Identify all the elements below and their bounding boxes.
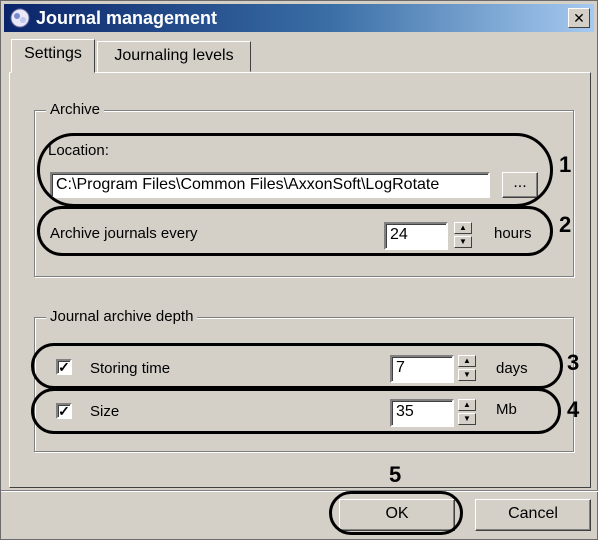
callout-ring-4 — [31, 388, 561, 434]
archive-legend: Archive — [46, 101, 105, 119]
callout-ring-1 — [37, 133, 553, 207]
callout-number-3: 3 — [567, 350, 580, 375]
close-button[interactable]: ✕ — [568, 8, 590, 28]
window-title: Journal management — [36, 8, 218, 28]
journal-management-dialog: Journal management ✕ Settings Journaling… — [0, 0, 598, 540]
footer-separator — [1, 490, 598, 492]
callout-ring-3 — [31, 343, 563, 389]
depth-legend: Journal archive depth — [46, 308, 198, 326]
callout-number-2: 2 — [559, 212, 572, 237]
tab-journaling-levels[interactable]: Journaling levels — [97, 41, 251, 72]
callout-number-5: 5 — [389, 462, 402, 487]
callout-ring-2 — [37, 206, 553, 256]
tab-settings[interactable]: Settings — [11, 39, 95, 73]
callout-number-4: 4 — [567, 397, 580, 422]
title-bar: Journal management ✕ — [4, 4, 594, 32]
callout-number-1: 1 — [559, 152, 572, 177]
app-icon — [10, 8, 30, 28]
cancel-button[interactable]: Cancel — [475, 499, 591, 531]
callout-ring-5 — [329, 491, 463, 535]
